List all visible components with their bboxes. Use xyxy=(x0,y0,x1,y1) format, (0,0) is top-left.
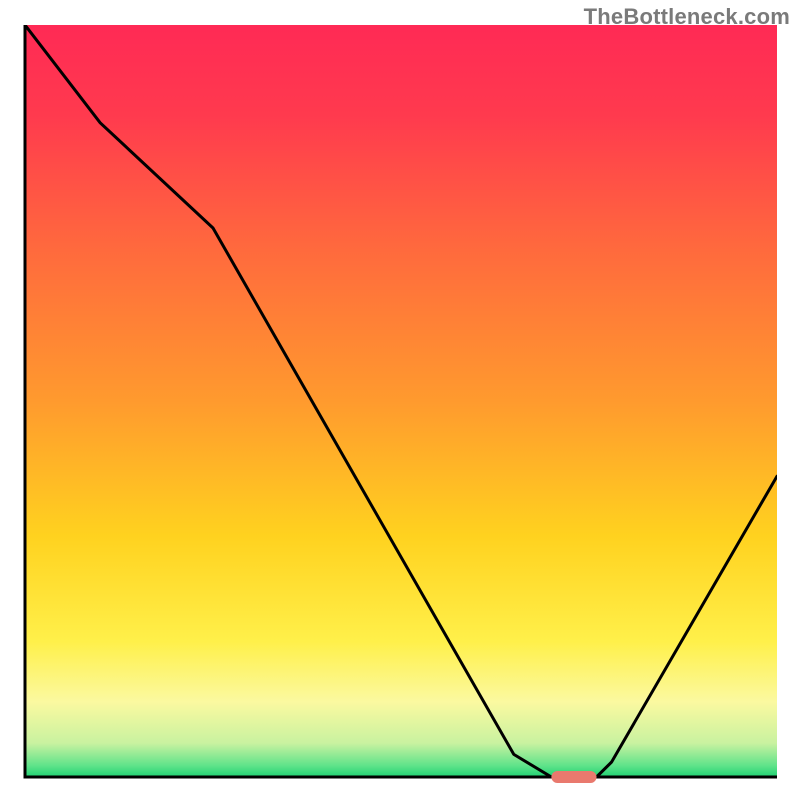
chart-container: TheBottleneck.com xyxy=(0,0,800,800)
watermark-text: TheBottleneck.com xyxy=(584,4,790,30)
optimal-range-marker xyxy=(551,771,596,783)
bottleneck-chart xyxy=(0,0,800,800)
plot-background xyxy=(25,25,777,777)
